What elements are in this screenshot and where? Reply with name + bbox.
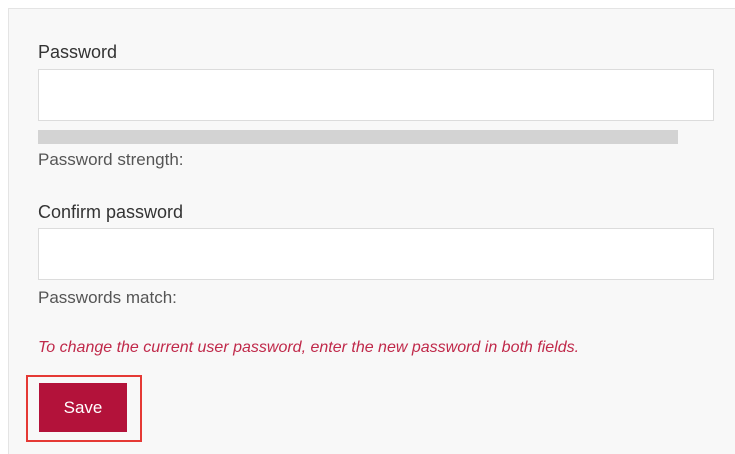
password-strength-label: Password strength: [38,150,184,169]
password-input[interactable] [38,69,714,121]
password-change-info: To change the current user password, ent… [38,339,580,356]
password-label: Password [38,42,118,62]
password-strength-bar [38,130,678,144]
confirm-password-input[interactable] [38,228,714,280]
save-button[interactable]: Save [39,383,127,432]
confirm-password-label: Confirm password [38,202,184,222]
passwords-match-label: Passwords match: [38,288,177,307]
